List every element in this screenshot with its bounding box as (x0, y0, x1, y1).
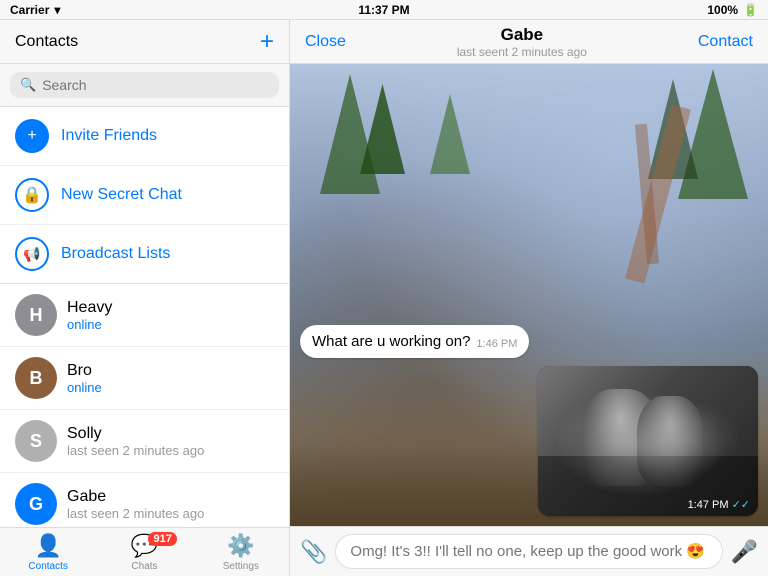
contacts-title: Contacts (15, 33, 78, 51)
new-secret-chat-label: New Secret Chat (61, 186, 182, 204)
avatar: H (15, 294, 57, 336)
chat-contact-name: Gabe (457, 25, 587, 45)
photo-time: 1:47 PM ✓✓ (688, 498, 750, 511)
chat-header-center: Gabe last seent 2 minutes ago (457, 25, 587, 59)
chat-contact-status: last seent 2 minutes ago (457, 45, 587, 59)
attach-button[interactable]: 📎 (300, 539, 327, 565)
delivered-icon: ✓✓ (732, 498, 750, 511)
avatar: S (15, 420, 57, 462)
broadcast-lists-label: Broadcast Lists (61, 245, 170, 263)
contact-name: Gabe (67, 488, 274, 506)
search-input-wrap: 🔍 (10, 72, 279, 98)
contact-status: online (67, 380, 274, 395)
settings-tab-icon: ⚙️ (227, 533, 254, 559)
status-bar-left: Carrier ▾ (10, 3, 60, 17)
chats-tab-label: Chats (131, 561, 157, 572)
list-item[interactable]: B Bro online (0, 347, 289, 410)
mic-button[interactable]: 🎤 (731, 539, 758, 565)
contact-info: Solly last seen 2 minutes ago (67, 425, 274, 458)
contacts-tab-label: Contacts (28, 561, 67, 572)
message-text: What are u working on? (312, 333, 470, 350)
battery-icon: 🔋 (743, 3, 758, 17)
list-item[interactable]: S Solly last seen 2 minutes ago (0, 410, 289, 473)
contact-name: Solly (67, 425, 274, 443)
message-input[interactable] (335, 534, 722, 569)
contact-info: Gabe last seen 2 minutes ago (67, 488, 274, 521)
battery-label: 100% (707, 3, 738, 17)
search-input[interactable] (42, 77, 269, 93)
main-content: Contacts + 🔍 + Invite Friends 🔒 New Secr… (0, 20, 768, 576)
new-secret-chat-button[interactable]: 🔒 New Secret Chat (0, 166, 289, 225)
right-panel: Close Gabe last seent 2 minutes ago Cont… (290, 20, 768, 576)
close-button[interactable]: Close (305, 33, 346, 51)
contact-info: Heavy online (67, 299, 274, 332)
contact-info: Bro online (67, 362, 274, 395)
action-list: + Invite Friends 🔒 New Secret Chat 📢 Bro… (0, 107, 289, 284)
contacts-tab-icon: 👤 (34, 533, 61, 559)
left-header: Contacts + (0, 20, 289, 64)
status-bar-right: 100% 🔋 (707, 3, 758, 17)
bottom-tabs: 👤 Contacts 917 💬 Chats ⚙️ Settings (0, 527, 289, 576)
search-bar: 🔍 (0, 64, 289, 107)
message-bubble-outgoing: 1:47 PM ✓✓ (538, 366, 758, 516)
tree-decoration (430, 94, 470, 174)
avatar: G (15, 483, 57, 525)
photo-content (538, 366, 758, 516)
settings-tab-label: Settings (223, 561, 259, 572)
chat-background: What are u working on? 1:46 PM (290, 64, 768, 526)
wifi-icon: ▾ (54, 3, 60, 17)
list-item[interactable]: G Gabe last seen 2 minutes ago (0, 473, 289, 527)
tree-decoration (678, 69, 748, 199)
left-panel: Contacts + 🔍 + Invite Friends 🔒 New Secr… (0, 20, 290, 576)
avatar: B (15, 357, 57, 399)
tab-contacts[interactable]: 👤 Contacts (0, 528, 96, 576)
chat-messages: What are u working on? 1:46 PM (290, 315, 768, 526)
status-bar: Carrier ▾ 11:37 PM 100% 🔋 (0, 0, 768, 20)
message-time: 1:46 PM (476, 338, 517, 350)
chats-badge: 917 (148, 532, 176, 546)
chat-input-bar: 📎 🎤 (290, 526, 768, 576)
tab-settings[interactable]: ⚙️ Settings (193, 528, 289, 576)
contact-status: last seen 2 minutes ago (67, 506, 274, 521)
search-icon: 🔍 (20, 77, 36, 93)
secret-icon: 🔒 (15, 178, 49, 212)
contact-button[interactable]: Contact (698, 33, 753, 51)
invite-friends-button[interactable]: + Invite Friends (0, 107, 289, 166)
status-bar-time: 11:37 PM (358, 3, 409, 17)
photo-bubble: 1:47 PM ✓✓ (538, 366, 758, 516)
contact-name: Heavy (67, 299, 274, 317)
broadcast-icon: 📢 (15, 237, 49, 271)
chat-header: Close Gabe last seent 2 minutes ago Cont… (290, 20, 768, 64)
invite-friends-label: Invite Friends (61, 127, 157, 145)
list-item[interactable]: H Heavy online (0, 284, 289, 347)
contact-status: last seen 2 minutes ago (67, 443, 274, 458)
contact-status: online (67, 317, 274, 332)
tab-chats[interactable]: 917 💬 Chats (96, 528, 192, 576)
photo-timestamp: 1:47 PM (688, 499, 729, 511)
bubble-text: What are u working on? 1:46 PM (300, 325, 529, 358)
contacts-list: H Heavy online B Bro online S Solly last… (0, 284, 289, 527)
contact-name: Bro (67, 362, 274, 380)
invite-icon: + (15, 119, 49, 153)
tree-decoration (360, 84, 405, 174)
broadcast-lists-button[interactable]: 📢 Broadcast Lists (0, 225, 289, 283)
add-contact-button[interactable]: + (260, 28, 274, 56)
message-bubble-incoming: What are u working on? 1:46 PM (300, 325, 529, 358)
carrier-label: Carrier (10, 3, 49, 17)
